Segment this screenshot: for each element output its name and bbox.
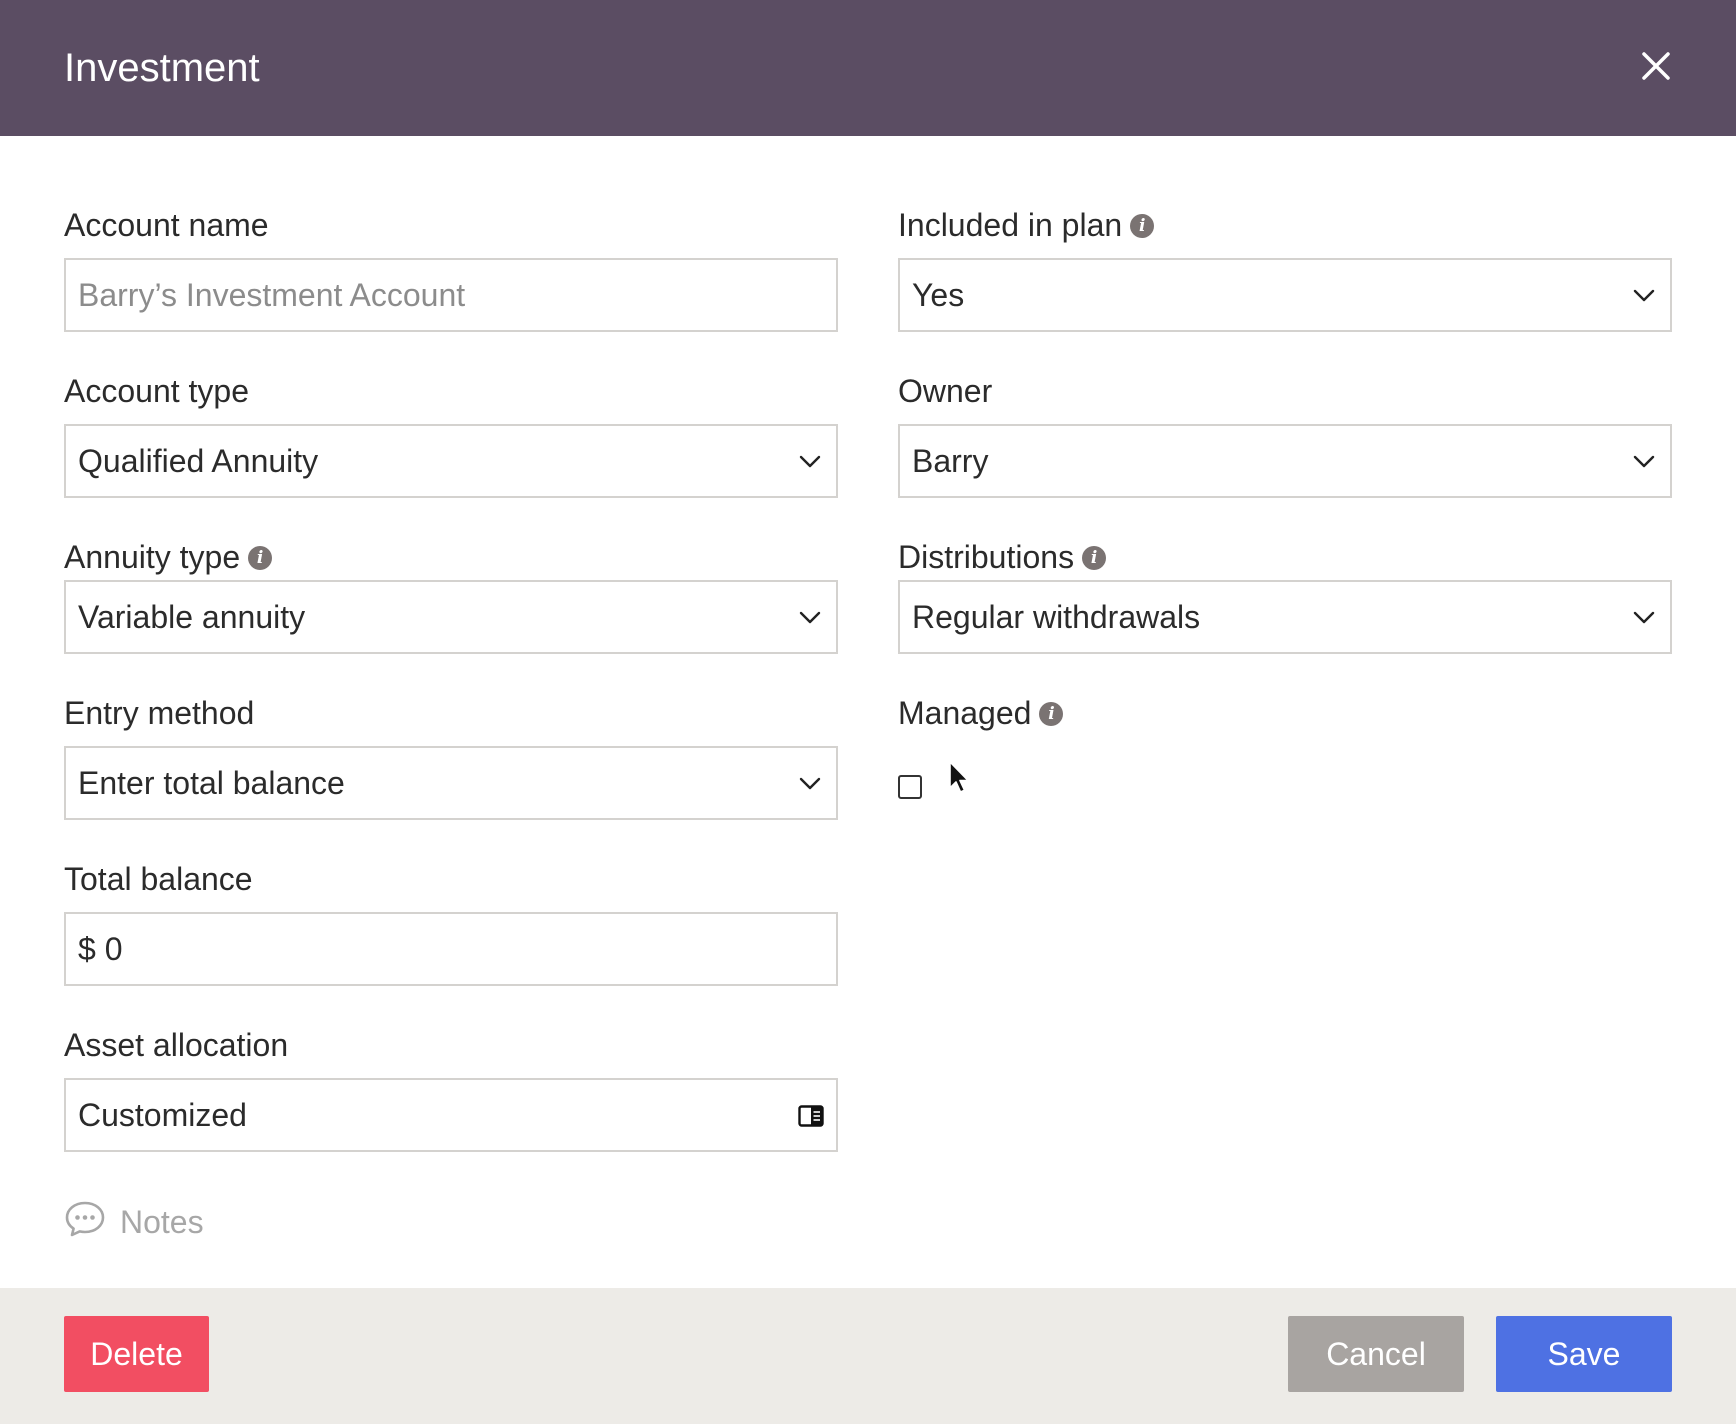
annuity-type-select[interactable]: Variable annuity xyxy=(64,580,838,654)
account-name-input[interactable]: Barry’s Investment Account xyxy=(64,258,838,332)
chevron-down-icon xyxy=(799,777,821,790)
managed-checkbox[interactable] xyxy=(898,775,922,799)
included-in-plan-value: Yes xyxy=(912,277,965,313)
chevron-down-icon xyxy=(799,455,821,468)
total-balance-label: Total balance xyxy=(64,861,253,897)
modal-header: Investment xyxy=(0,0,1736,136)
entry-method-select[interactable]: Enter total balance xyxy=(64,746,838,820)
managed-label: Managed i xyxy=(898,693,1064,733)
delete-button[interactable]: Delete xyxy=(64,1316,209,1392)
entry-method-value: Enter total balance xyxy=(78,765,345,801)
account-type-value: Qualified Annuity xyxy=(78,443,319,479)
notes-label: Notes xyxy=(120,1204,204,1240)
included-in-plan-label: Included in plan i xyxy=(898,205,1155,245)
owner-label: Owner xyxy=(898,373,993,409)
info-icon[interactable]: i xyxy=(1130,213,1155,238)
total-balance-value: $ 0 xyxy=(78,931,123,967)
cancel-button[interactable]: Cancel xyxy=(1288,1316,1464,1392)
account-type-select[interactable]: Qualified Annuity xyxy=(64,424,838,498)
modal-footer: Delete Cancel Save xyxy=(0,1288,1736,1424)
info-icon[interactable]: i xyxy=(248,545,273,570)
distributions-select[interactable]: Regular withdrawals xyxy=(898,580,1672,654)
annuity-type-label: Annuity type i xyxy=(64,537,273,577)
close-icon xyxy=(1642,52,1670,80)
distributions-label: Distributions i xyxy=(898,537,1107,577)
info-icon[interactable]: i xyxy=(1082,545,1107,570)
chevron-down-icon xyxy=(1633,611,1655,624)
chevron-down-icon xyxy=(799,611,821,624)
close-button[interactable] xyxy=(1636,46,1676,86)
chevron-down-icon xyxy=(1633,455,1655,468)
annuity-type-label-text: Annuity type xyxy=(64,539,241,575)
asset-allocation-value: Customized xyxy=(78,1097,247,1133)
asset-allocation-field[interactable]: Customized xyxy=(64,1078,838,1152)
total-balance-input[interactable]: $ 0 xyxy=(64,912,838,986)
entry-method-label: Entry method xyxy=(64,695,255,731)
account-name-placeholder: Barry’s Investment Account xyxy=(78,277,466,313)
distributions-value: Regular withdrawals xyxy=(912,599,1201,635)
distributions-label-text: Distributions xyxy=(898,539,1075,575)
owner-select[interactable]: Barry xyxy=(898,424,1672,498)
side-panel-icon[interactable] xyxy=(798,1105,824,1127)
owner-value: Barry xyxy=(912,443,989,479)
mouse-cursor-icon xyxy=(949,761,969,793)
managed-label-text: Managed xyxy=(898,695,1032,731)
chat-bubble-icon xyxy=(65,1201,105,1237)
chevron-down-icon xyxy=(1633,289,1655,302)
included-in-plan-label-text: Included in plan xyxy=(898,207,1123,243)
included-in-plan-select[interactable]: Yes xyxy=(898,258,1672,332)
modal-title: Investment xyxy=(64,46,260,90)
investment-modal: Investment Account name Barry’s Investme… xyxy=(0,0,1736,1424)
info-icon[interactable]: i xyxy=(1039,701,1064,726)
account-name-label: Account name xyxy=(64,207,269,243)
annuity-type-value: Variable annuity xyxy=(78,599,306,635)
save-button[interactable]: Save xyxy=(1496,1316,1672,1392)
asset-allocation-label: Asset allocation xyxy=(64,1027,289,1063)
account-type-label: Account type xyxy=(64,373,249,409)
